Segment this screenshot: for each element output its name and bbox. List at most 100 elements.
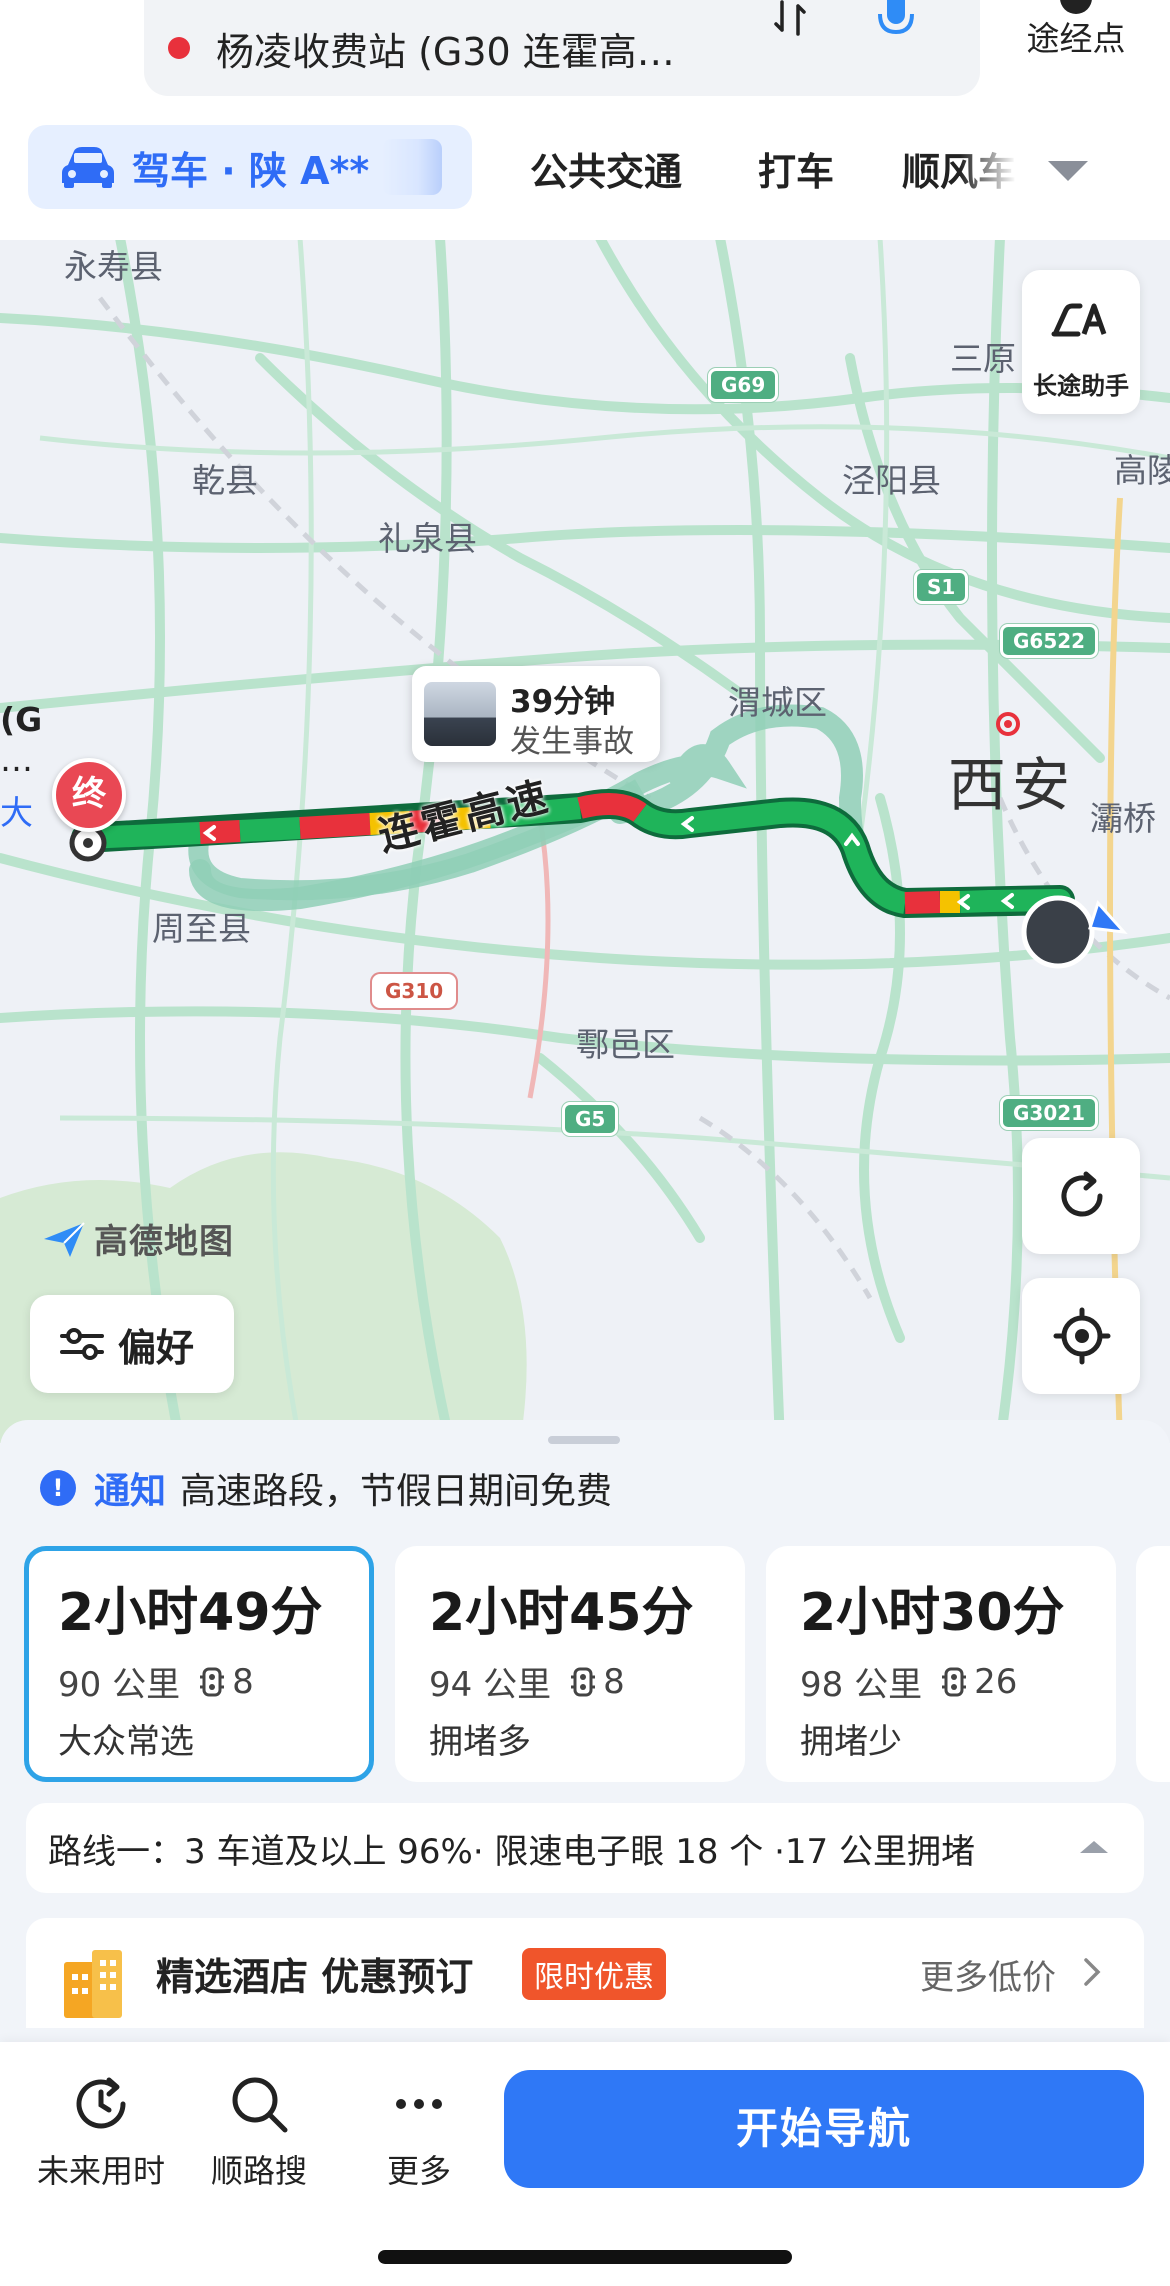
route-distance: 94 公里 <box>429 1665 552 1705</box>
waypoint-label: 途经点 <box>1026 19 1126 58</box>
route-option-3[interactable]: 2小时30分 98 公里 26 拥堵少 <box>766 1546 1116 1782</box>
mic-icon[interactable] <box>872 0 920 40</box>
locate-icon <box>1053 1307 1111 1365</box>
tab-taxi[interactable]: 打车 <box>758 141 834 196</box>
road-badge-g5: G5 <box>562 1102 619 1136</box>
destination-text: 杨凌收费站 (G30 连霍高… <box>216 29 675 74</box>
incident-duration: 39分钟 <box>510 684 616 720</box>
route-distance: 98 公里 <box>800 1665 923 1705</box>
route-sheet: ! 通知 高速路段，节假日期间免费 2小时49分 90 公里 8 大众常选 2小… <box>0 1420 1170 2044</box>
route-tag: 拥堵多 <box>429 1722 531 1762</box>
chevron-right-icon <box>1084 1958 1101 1986</box>
notice-bar[interactable]: ! 通知 高速路段，节假日期间免费 <box>40 1462 612 1514</box>
future-time-button[interactable]: 未来用时 <box>26 2072 176 2192</box>
route-option-peek[interactable] <box>1136 1546 1170 1782</box>
traffic-light-icon <box>571 1667 596 1696</box>
place-zhouzhi: 周至县 <box>152 909 251 948</box>
route-distance: 90 公里 <box>58 1665 181 1705</box>
swap-icon[interactable] <box>770 0 810 36</box>
bottom-action-bar: 未来用时 顺路搜 更多 开始导航 <box>0 2042 1170 2286</box>
destination-dot-icon <box>168 37 190 59</box>
route-option-1[interactable]: 2小时49分 90 公里 8 大众常选 <box>24 1546 374 1782</box>
long-trip-icon <box>1051 303 1107 337</box>
preference-label: 偏好 <box>118 1325 195 1370</box>
edge-label-2: … <box>0 740 33 779</box>
notice-tag: 通知 <box>94 1471 167 1512</box>
destination-field[interactable]: 杨凌收费站 (G30 连霍高… <box>144 0 980 96</box>
home-indicator <box>378 2250 792 2264</box>
road-badge-s1: S1 <box>914 570 969 604</box>
route-lights: 8 <box>232 1661 254 1702</box>
search-icon <box>232 2077 288 2133</box>
hotel-more-link[interactable]: 更多低价 <box>920 1950 1056 1999</box>
locate-button[interactable] <box>1022 1278 1140 1394</box>
tab-public-transit[interactable]: 公共交通 <box>530 141 682 196</box>
road-badge-g6522: G6522 <box>1000 624 1099 658</box>
tabs-fade <box>960 125 1030 209</box>
route-planning-screen: 杨凌收费站 (G30 连霍高… 途经点 驾车 · 陕 A** 公共交通 打车 顺… <box>0 0 1170 2286</box>
transport-mode-row: 驾车 · 陕 A** 公共交通 打车 顺风车 <box>0 125 1170 209</box>
chevron-up-icon <box>1080 1841 1108 1853</box>
more-button[interactable]: 更多 <box>344 2072 494 2192</box>
route-lights: 26 <box>974 1661 1018 1702</box>
drive-tab-label: 驾车 · 陕 A** <box>132 148 370 193</box>
place-baqiao: 灞桥 <box>1090 799 1156 838</box>
chevron-down-icon[interactable] <box>1046 159 1090 183</box>
map-view[interactable]: 永寿县 乾县 礼泉县 泾阳县 三原 高陵 渭城区 西安 灞桥 周至县 鄠邑区 (… <box>0 238 1170 1443</box>
plate-blur <box>382 139 442 195</box>
place-sanyuan: 三原 <box>950 339 1016 378</box>
long-trip-label: 长途助手 <box>1033 372 1129 400</box>
more-dots-icon <box>396 2099 442 2109</box>
hotel-promo-card[interactable]: 精选酒店 优惠预订 限时优惠 更多低价 <box>26 1918 1144 2028</box>
place-jingyang: 泾阳县 <box>842 461 941 500</box>
end-marker[interactable]: 终 <box>52 758 126 832</box>
route-summary-bar[interactable]: 路线一：3 车道及以上 96%· 限速电子眼 18 个 ·17 公里拥堵 <box>26 1803 1144 1893</box>
preference-button[interactable]: 偏好 <box>30 1295 234 1393</box>
logo-text: 高德地图 <box>94 1222 234 1262</box>
incident-type: 发生事故 <box>510 724 634 760</box>
place-weicheng: 渭城区 <box>728 683 827 722</box>
hotel-icon <box>64 1950 122 2018</box>
place-liquan: 礼泉县 <box>378 519 477 558</box>
route-time: 2小时30分 <box>800 1583 1065 1643</box>
sheet-drag-handle[interactable] <box>548 1436 620 1444</box>
sliders-icon <box>60 1328 104 1360</box>
place-xian: 西安 <box>948 751 1077 819</box>
waypoint-button[interactable]: 途经点 <box>1006 0 1146 60</box>
tab-drive[interactable]: 驾车 · 陕 A** <box>28 125 472 209</box>
place-yongshou: 永寿县 <box>64 247 163 286</box>
map-logo: 高德地图 <box>42 1214 234 1263</box>
long-trip-assistant-button[interactable]: 长途助手 <box>1022 270 1140 414</box>
road-badge-g69: G69 <box>708 368 779 402</box>
route-meta: 98 公里 26 <box>800 1657 1116 1706</box>
amap-logo-icon <box>44 1221 85 1257</box>
top-bar: 杨凌收费站 (G30 连霍高… 途经点 驾车 · 陕 A** 公共交通 打车 顺… <box>0 0 1170 240</box>
hotel-title: 精选酒店 优惠预订 <box>156 1955 474 1999</box>
route-time: 2小时45分 <box>429 1583 694 1643</box>
route-option-2[interactable]: 2小时45分 94 公里 8 拥堵多 <box>395 1546 745 1782</box>
road-badge-g310: G310 <box>372 974 457 1008</box>
refresh-button[interactable] <box>1022 1138 1140 1254</box>
start-navigation-button[interactable]: 开始导航 <box>504 2070 1144 2188</box>
edge-label-3: 大 <box>0 793 33 832</box>
car-icon <box>62 147 114 188</box>
future-time-label: 未来用时 <box>36 2152 165 2190</box>
route-tag: 大众常选 <box>58 1722 194 1762</box>
route-summary-text: 路线一：3 车道及以上 96%· 限速电子眼 18 个 ·17 公里拥堵 <box>48 1831 975 1872</box>
route-meta: 90 公里 8 <box>58 1657 369 1706</box>
along-route-search-label: 顺路搜 <box>210 2152 307 2190</box>
more-label: 更多 <box>386 2152 451 2190</box>
refresh-icon <box>1061 1171 1103 1217</box>
hotel-promo-badge: 限时优惠 <box>522 1948 666 2000</box>
place-huyi: 鄠邑区 <box>576 1025 675 1064</box>
info-icon: ! <box>40 1470 76 1506</box>
route-lights: 8 <box>603 1661 625 1702</box>
clock-icon <box>76 2077 126 2129</box>
route-tag: 拥堵少 <box>800 1722 902 1762</box>
incident-photo <box>424 682 496 746</box>
route-meta: 94 公里 8 <box>429 1657 745 1706</box>
along-route-search-button[interactable]: 顺路搜 <box>184 2072 334 2192</box>
notice-message: 高速路段，节假日期间免费 <box>180 1471 613 1512</box>
incident-bubble[interactable]: 39分钟 发生事故 <box>412 666 660 762</box>
route-time: 2小时49分 <box>58 1583 323 1643</box>
